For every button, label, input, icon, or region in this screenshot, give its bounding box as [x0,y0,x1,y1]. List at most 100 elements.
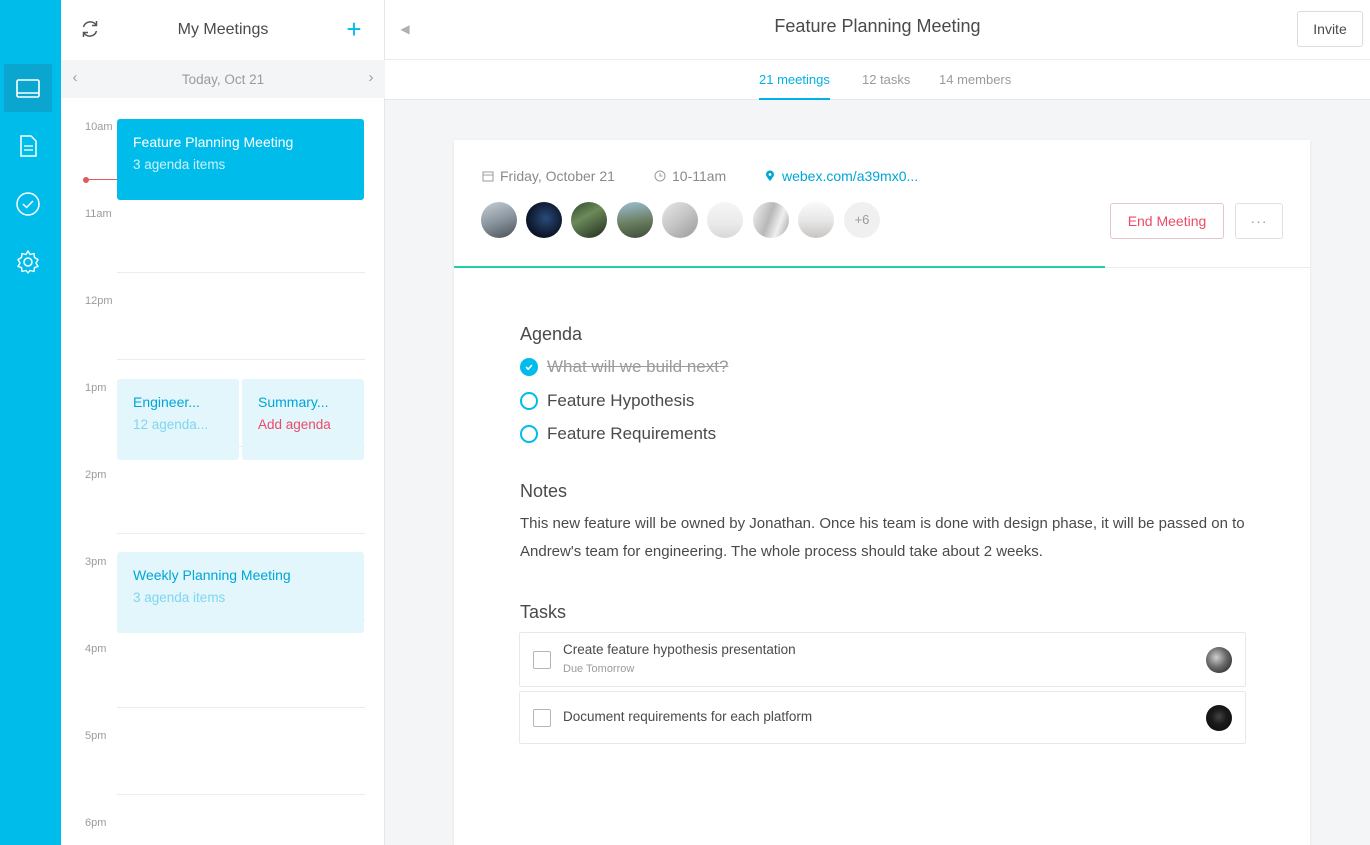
hour-slot[interactable]: 6pm [61,794,385,845]
clock-icon [654,170,666,182]
agenda-heading: Agenda [520,324,583,344]
event-card[interactable]: Summary... Add agenda [242,379,364,460]
add-meeting-button[interactable]: + [343,16,365,42]
task-row[interactable]: Create feature hypothesis presentation D… [519,632,1246,687]
task-row[interactable]: Document requirements for each platform [519,691,1246,744]
event-subtitle: 3 agenda items [133,590,226,605]
meeting-progress-bar [454,266,1105,268]
event-title: Feature Planning Meeting [133,134,294,150]
avatar[interactable] [1206,647,1232,673]
avatar[interactable] [481,202,517,238]
page-title: Feature Planning Meeting [774,16,981,36]
check-circle-icon[interactable] [520,358,538,376]
agenda-item[interactable]: Feature Hypothesis [520,390,694,412]
left-rail [0,0,61,845]
next-day-icon[interactable]: › [363,70,379,86]
agenda-item-label: What will we build next? [547,357,729,376]
event-card[interactable]: Feature Planning Meeting 3 agenda items [117,119,364,200]
current-time-dot [83,177,89,183]
tab-bar: 21 meetings 12 tasks 14 members [385,60,1370,100]
agenda-item-label: Feature Hypothesis [547,391,695,410]
rail-calendar-button[interactable] [4,64,52,112]
circle-icon[interactable] [520,425,538,443]
task-checkbox[interactable] [533,709,551,727]
avatar[interactable] [753,202,789,238]
gear-icon [17,250,39,274]
invite-button[interactable]: Invite [1297,11,1363,47]
main-header: ◀ Feature Planning Meeting Invite [385,0,1370,60]
calendar-icon [482,171,494,182]
avatar[interactable] [707,202,743,238]
agenda-item[interactable]: Feature Requirements [520,423,716,445]
task-label: Create feature hypothesis presentation [563,642,796,657]
avatar[interactable] [526,202,562,238]
avatar[interactable] [798,202,834,238]
more-options-button[interactable]: ··· [1235,203,1283,239]
hour-slot[interactable]: 12pm [61,272,385,359]
prev-day-icon[interactable]: ‹ [67,70,83,86]
event-title: Summary... [258,394,329,410]
hour-label: 11am [85,208,112,220]
circle-icon[interactable] [520,392,538,410]
task-due: Due Tomorrow [563,663,635,675]
tab-tasks[interactable]: 12 tasks [862,72,910,98]
event-card[interactable]: Weekly Planning Meeting 3 agenda items [117,552,364,633]
meeting-time-text: 10-11am [672,168,727,184]
event-subtitle: 12 agenda... [133,417,209,432]
hour-label: 1pm [85,382,107,394]
meeting-link[interactable]: webex.com/a39mx0... [764,168,918,184]
task-label: Document requirements for each platform [563,709,813,724]
rail-notes-button[interactable] [4,122,52,170]
hour-label: 4pm [85,643,107,655]
meetings-panel-title: My Meetings [177,21,269,38]
notes-heading: Notes [520,481,568,501]
task-checkbox[interactable] [533,651,551,669]
hour-label: 3pm [85,556,107,568]
end-meeting-button[interactable]: End Meeting [1110,203,1224,239]
current-date: Today, Oct 21 [181,71,265,87]
check-circle-icon [16,192,40,216]
day-timeline: 10am 11am 12pm 1pm 2pm 3pm 4pm 5pm 6pm F… [61,98,385,845]
refresh-icon[interactable] [79,18,101,40]
tab-members[interactable]: 14 members [939,72,1011,98]
hour-label: 2pm [85,469,107,481]
add-agenda-link[interactable]: Add agenda [258,415,348,435]
hour-label: 10am [85,121,113,133]
event-subtitle: 3 agenda items [133,157,226,172]
date-navigator: ‹ Today, Oct 21 › [61,60,385,98]
hour-label: 12pm [85,295,113,307]
rail-settings-button[interactable] [4,238,52,286]
meeting-date-text: Friday, October 21 [500,168,615,184]
hour-divider [117,272,365,273]
meeting-link-text: webex.com/a39mx0... [782,168,919,184]
avatar[interactable] [571,202,607,238]
more-attendees-badge[interactable]: +6 [844,202,880,238]
meeting-time: 10-11am [654,168,726,184]
document-icon [20,135,37,157]
event-card[interactable]: Engineer... 12 agenda... [117,379,239,460]
meeting-card-header: Friday, October 21 10-11am webex.com/a39… [454,140,1310,268]
calendar-icon [16,79,40,98]
agenda-item-label: Feature Requirements [547,424,717,443]
location-pin-icon [766,170,774,181]
meeting-card: Friday, October 21 10-11am webex.com/a39… [454,140,1310,845]
avatar[interactable] [662,202,698,238]
event-title: Engineer... [133,394,200,410]
meetings-panel-header: My Meetings + [61,0,385,60]
meetings-panel: My Meetings + ‹ Today, Oct 21 › 10am 11a… [61,0,385,845]
hour-slot[interactable]: 4pm [61,620,385,707]
current-time-line [86,179,118,180]
hour-divider [117,533,365,534]
agenda-item[interactable]: What will we build next? [520,356,728,378]
tab-meetings[interactable]: 21 meetings [759,72,830,100]
avatar[interactable] [617,202,653,238]
tasks-heading: Tasks [520,602,567,622]
hour-divider [117,794,365,795]
event-title: Weekly Planning Meeting [133,567,291,583]
notes-text[interactable]: This new feature will be owned by Jonath… [520,510,1250,566]
rail-tasks-button[interactable] [4,180,52,228]
hour-slot[interactable]: 5pm [61,707,385,794]
hour-divider [117,359,365,360]
avatar[interactable] [1206,705,1232,731]
hour-label: 5pm [85,730,107,742]
